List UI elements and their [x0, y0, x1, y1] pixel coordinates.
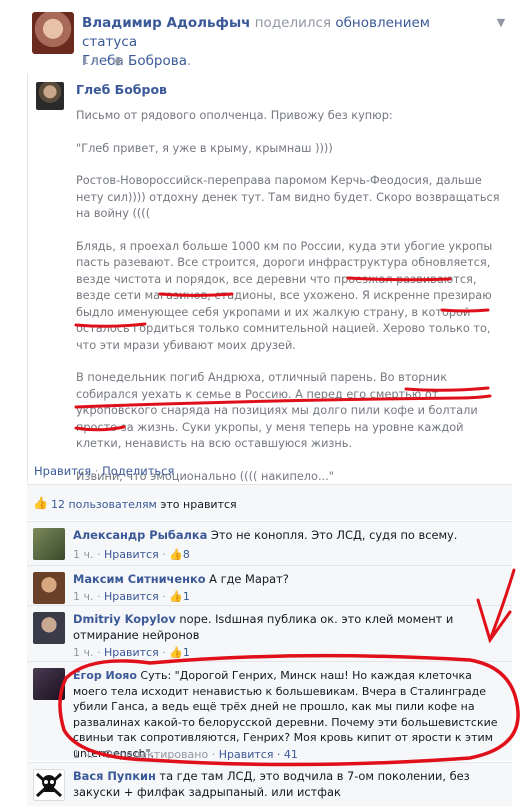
comment: Максим Ситниченко А где Марат? 1 ч. · Нр… [27, 565, 512, 605]
comment-time[interactable]: 1 ч. [73, 548, 94, 561]
post-timestamp[interactable]: 1 ч. · ◉ [82, 54, 123, 67]
commenter-name[interactable]: Александр Рыбалка [73, 528, 207, 542]
post-body: Письмо от рядового ополченца. Привожу бе… [76, 108, 506, 501]
shared-post: Глеб Бобров Письмо от рядового ополченца… [27, 74, 509, 483]
comment-content: Суть: "Дорогой Генрих, Минск наш! Но каж… [73, 669, 498, 760]
share-link[interactable]: Поделиться [102, 464, 174, 478]
post-paragraph: "Глеб привет, я уже в крыму, крымнаш )))… [76, 141, 333, 155]
likes-bar: 👍 12 пользователям это нравится [27, 484, 512, 520]
commenter-avatar[interactable] [33, 528, 65, 560]
commenter-avatar[interactable] [33, 612, 65, 644]
comment-time[interactable]: 1 ч. [73, 748, 94, 761]
post-paragraph: Блядь, я проехал больше 1000 км по Росси… [76, 239, 493, 352]
commenter-avatar[interactable] [33, 668, 65, 700]
comment-text: Максим Ситниченко А где Марат? [73, 572, 503, 588]
comment: Егор Иояо Суть: "Дорогой Генрих, Минск н… [27, 661, 512, 761]
comment-text: Александр Рыбалка Это не конопля. Это ЛС… [73, 528, 503, 544]
likes-summary: 12 пользователям это нравится [51, 498, 237, 511]
post-actions: Нравится · Поделиться [34, 464, 174, 478]
time-text: 1 ч. [82, 54, 103, 67]
comment-time[interactable]: 1 ч. [73, 590, 94, 603]
comment-like-count[interactable]: 8 [183, 548, 190, 561]
comment-time[interactable]: 1 ч. [73, 646, 94, 659]
comment-like-count[interactable]: 1 [183, 590, 190, 603]
commenter-name[interactable]: Егор Иояо [73, 669, 137, 682]
globe-icon: ◉ [113, 54, 123, 67]
post-paragraph: Ростов-Новороссийск-переправа паромом Ке… [76, 174, 500, 220]
skull-icon [35, 772, 63, 798]
thumbs-up-icon: 👍 [33, 496, 48, 510]
comment-meta: 1 ч. · Нравится · 👍1 [73, 646, 190, 659]
comment-meta: 1 ч. · Отредактировано · Нравится · 41 [73, 748, 298, 761]
likes-suffix: это нравится [156, 498, 237, 511]
comment-text: Dmitriy Kopylov nope. Isdшная публика ок… [73, 612, 503, 643]
commenter-avatar[interactable] [33, 769, 65, 801]
thumbs-up-icon: 👍 [169, 548, 183, 561]
comment: Dmitriy Kopylov nope. Isdшная публика ок… [27, 605, 512, 661]
comment: Александр Рыбалка Это не конопля. Это ЛС… [27, 521, 512, 565]
post-paragraph: Письмо от рядового ополченца. Привожу бе… [76, 109, 393, 122]
comment: Вася Пупкин та где там ЛСД, это водчила … [27, 762, 512, 806]
shared-author-avatar[interactable] [36, 82, 64, 110]
commenter-name[interactable]: Dmitriy Kopylov [73, 612, 176, 626]
comment-content: Это не конопля. Это ЛСД, судя по всему. [207, 528, 458, 542]
comment-like-link[interactable]: Нравится [104, 590, 159, 603]
separator: · [91, 464, 103, 478]
chevron-down-icon[interactable]: ▼ [494, 16, 508, 30]
commenter-name[interactable]: Вася Пупкин [73, 769, 156, 783]
thumbs-up-icon: 👍 [169, 590, 183, 603]
comment-meta: 1 ч. · Нравится · 👍8 [73, 548, 190, 561]
comment-like-count[interactable]: Нравится · 41 [219, 748, 298, 761]
author-name-link[interactable]: Владимир Адольфыч [82, 15, 250, 31]
post-header-text: Владимир Адольфыч поделился обновлением … [82, 15, 430, 69]
separator-dot: · [106, 54, 110, 67]
comment-content: А где Марат? [205, 572, 289, 586]
likers-link[interactable]: 12 пользователям [51, 498, 157, 511]
action-text: поделился [254, 15, 332, 31]
like-link[interactable]: Нравится [34, 464, 91, 478]
shared-author-name[interactable]: Глеб Бобров [76, 82, 167, 97]
edited-label[interactable]: Отредактировано [104, 748, 208, 761]
comment-like-link[interactable]: Нравится [104, 646, 159, 659]
author-avatar[interactable] [32, 12, 74, 54]
comment-meta: 1 ч. · Нравится · 👍1 [73, 590, 190, 603]
thumbs-up-icon: 👍 [169, 646, 183, 659]
post-header: Владимир Адольфыч поделился обновлением … [0, 0, 526, 75]
comment-like-link[interactable]: Нравится [104, 548, 159, 561]
comment-text: Вася Пупкин та где там ЛСД, это водчила … [73, 769, 503, 800]
post-paragraph: В понедельник погиб Андрюха, отличный па… [76, 371, 478, 450]
commenter-avatar[interactable] [33, 572, 65, 604]
comment-like-count[interactable]: 1 [183, 646, 190, 659]
commenter-name[interactable]: Максим Ситниченко [73, 572, 206, 586]
